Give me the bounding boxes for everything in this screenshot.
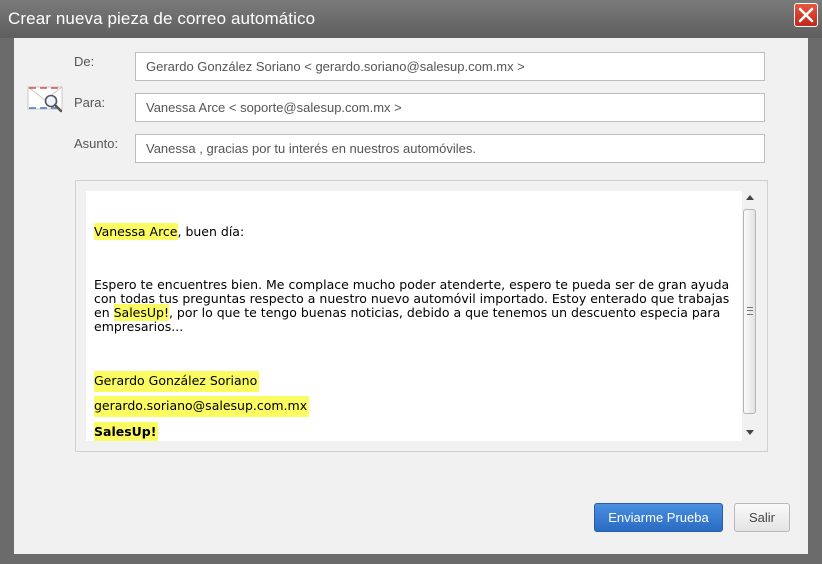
greeting-line: Vanessa Arce, buen día: — [94, 223, 245, 240]
email-editor-frame: Vanessa Arce, buen día: Espero te encuen… — [75, 180, 768, 452]
exit-button[interactable]: Salir — [734, 503, 790, 532]
to-field[interactable]: Vanessa Arce < soporte@salesup.com.mx > — [135, 93, 765, 122]
subject-field[interactable]: Vanessa , gracias por tu interés en nues… — [135, 134, 765, 163]
scroll-down-arrow-icon[interactable] — [746, 430, 754, 435]
dialog: Crear nueva pieza de correo automático D… — [0, 0, 822, 564]
greeting-name: Vanessa Arce — [94, 223, 178, 240]
dialog-title: Crear nueva pieza de correo automático — [8, 9, 316, 28]
signature-name: Gerardo González Soriano — [94, 371, 260, 392]
from-label: De: — [74, 54, 95, 69]
body-paragraph: Espero te encuentres bien. Me complace m… — [94, 278, 734, 334]
send-test-button[interactable]: Enviarme Prueba — [594, 503, 723, 532]
signature-email-line: gerardo.soriano@salesup.com.mx — [94, 396, 310, 417]
greeting-rest: , buen día: — [177, 224, 245, 239]
signature-name-line: Gerardo González Soriano — [94, 371, 260, 392]
email-body-editor[interactable]: Vanessa Arce, buen día: Espero te encuen… — [86, 191, 742, 441]
close-button[interactable] — [794, 3, 818, 27]
close-icon — [798, 7, 814, 23]
editor-scrollbar[interactable] — [742, 191, 758, 441]
scroll-up-arrow-icon[interactable] — [746, 195, 754, 200]
dialog-content: De: Gerardo González Soriano < gerardo.s… — [14, 38, 808, 554]
subject-label: Asunto: — [74, 136, 119, 151]
signature-email: gerardo.soriano@salesup.com.mx — [94, 396, 310, 417]
signature-company-line: SalesUp! — [94, 422, 159, 441]
dialog-titlebar: Crear nueva pieza de correo automático — [0, 0, 822, 38]
envelope-search-icon — [27, 86, 63, 113]
signature-company: SalesUp! — [94, 422, 159, 441]
from-field[interactable]: Gerardo González Soriano < gerardo.soria… — [135, 52, 765, 81]
to-label: Para: — [74, 95, 106, 110]
paragraph-text-after: , por lo que te tengo buenas noticias, d… — [94, 305, 721, 334]
scroll-grip-icon — [747, 307, 753, 315]
scroll-thumb[interactable] — [743, 209, 756, 414]
